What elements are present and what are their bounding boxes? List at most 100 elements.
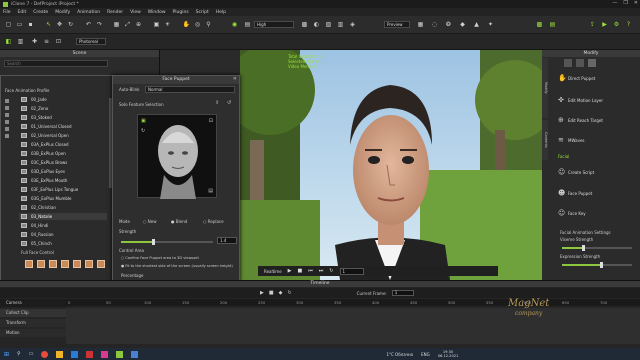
- smart-gallery-icon[interactable]: ▩: [535, 20, 544, 29]
- profile-item[interactable]: 04_Hindi: [19, 222, 107, 229]
- redo-icon[interactable]: ↷: [95, 20, 104, 29]
- face-region-icon[interactable]: [37, 260, 45, 268]
- help-icon[interactable]: ?: [624, 20, 633, 29]
- timeline-loop-icon[interactable]: ↻: [287, 290, 291, 296]
- terrain-icon[interactable]: ▲: [472, 20, 481, 29]
- iclone-task-icon[interactable]: [116, 350, 124, 358]
- face-region-icon[interactable]: [85, 260, 93, 268]
- timeline-key-icon[interactable]: ◆: [279, 290, 283, 296]
- face-region-icon[interactable]: [49, 260, 57, 268]
- transform-icon[interactable]: ⤢: [123, 20, 132, 29]
- new-project-icon[interactable]: ▢: [4, 20, 13, 29]
- search-icon[interactable]: ⚲: [17, 351, 21, 357]
- menu-view[interactable]: View: [130, 10, 141, 15]
- yandex-icon[interactable]: [41, 350, 49, 358]
- profile-item[interactable]: 00_Jade: [19, 96, 107, 103]
- atmosphere-icon[interactable]: ❂: [444, 20, 453, 29]
- prop-icon[interactable]: ◆: [458, 20, 467, 29]
- timeline-stop-icon[interactable]: ■: [269, 290, 274, 296]
- menu-script[interactable]: Script: [196, 10, 209, 15]
- frame-field[interactable]: 1: [339, 267, 364, 275]
- mode-blend-radio[interactable]: ● Blend: [171, 219, 187, 224]
- snap-icon[interactable]: ⊡: [54, 37, 63, 46]
- profile-item[interactable]: 03F_ExPlus Lips Tongue: [19, 186, 107, 193]
- current-frame-field[interactable]: 1: [391, 290, 414, 296]
- frame-icon[interactable]: ▤: [243, 20, 252, 29]
- confine-radio[interactable]: ○ Confine Face Puppet area to 3D viewpor…: [121, 256, 199, 260]
- material-tab-icon[interactable]: [588, 59, 596, 67]
- select-icon[interactable]: ↖: [44, 20, 53, 29]
- gizmo-icon[interactable]: ⊕: [134, 20, 143, 29]
- profile-item[interactable]: 04_Russian: [19, 231, 107, 238]
- save-icon[interactable]: ▪: [26, 20, 35, 29]
- weather-label[interactable]: 1°C Облачно: [386, 352, 413, 357]
- camera-icon[interactable]: ▣: [152, 20, 161, 29]
- align-icon[interactable]: ≡: [42, 37, 51, 46]
- profile-item[interactable]: 03_Natalie: [19, 213, 107, 220]
- shading-icon[interactable]: ◐: [312, 20, 321, 29]
- track-area[interactable]: [66, 308, 640, 344]
- wireframe-icon[interactable]: ▧: [324, 20, 333, 29]
- export-icon[interactable]: ⇪: [588, 20, 597, 29]
- auto-blink-select[interactable]: Normal: [145, 86, 235, 93]
- 3d-viewport[interactable]: Total Selected: 1 Selected Items: 1 Vide…: [240, 50, 542, 280]
- realtime-label[interactable]: Realtime: [264, 269, 282, 274]
- face-puppet-button[interactable]: ☻ Face Puppet: [548, 186, 634, 201]
- minimize-button[interactable]: —: [612, 0, 617, 6]
- menu-render[interactable]: Render: [107, 10, 123, 15]
- render-settings-icon[interactable]: ⚙: [612, 20, 621, 29]
- track-motion[interactable]: Motion: [0, 329, 66, 337]
- prev-frame-icon[interactable]: ⏮: [308, 268, 313, 274]
- viseme-slider[interactable]: [562, 245, 632, 251]
- language-label[interactable]: ENG: [421, 352, 430, 357]
- profile-item[interactable]: 02_Zeno: [19, 105, 107, 112]
- open-folder-icon[interactable]: ▭: [15, 20, 24, 29]
- select-mode-icon[interactable]: ▣: [141, 118, 146, 124]
- play-icon[interactable]: ▶: [288, 268, 292, 274]
- mode-new-radio[interactable]: ○ New: [143, 219, 157, 224]
- export-icon[interactable]: ⇪: [215, 100, 219, 106]
- modify-side-tab[interactable]: Modify: [542, 58, 548, 118]
- app-icon[interactable]: [101, 350, 109, 358]
- profile-item[interactable]: 03C_ExPlus Brows: [19, 159, 107, 166]
- clock[interactable]: 19:30 06.12.2021: [438, 350, 459, 358]
- face-region-icon[interactable]: [73, 260, 81, 268]
- expression-knob[interactable]: [599, 262, 603, 268]
- pick-icon[interactable]: ✚: [30, 37, 39, 46]
- dock-icon[interactable]: ◧: [4, 37, 13, 46]
- light-icon[interactable]: ☀: [163, 20, 172, 29]
- orbit-icon[interactable]: ◎: [193, 20, 202, 29]
- menu-plugins[interactable]: Plugins: [173, 10, 189, 15]
- rotate-view-icon[interactable]: ↻: [141, 128, 145, 134]
- menu-window[interactable]: Window: [148, 10, 166, 15]
- menu-edit[interactable]: Edit: [18, 10, 27, 15]
- fit-radio[interactable]: ● Fit to the shortest side of the screen…: [121, 264, 233, 268]
- zoom-icon[interactable]: ⚲: [204, 20, 213, 29]
- rotate-icon[interactable]: ↻: [66, 20, 75, 29]
- track-transform[interactable]: Transform: [0, 319, 66, 327]
- projection-select[interactable]: Photoreal: [76, 38, 106, 45]
- attribute-tab-icon[interactable]: [564, 59, 572, 67]
- texture-icon[interactable]: ▥: [336, 20, 345, 29]
- viseme-knob[interactable]: [582, 245, 585, 251]
- profile-item[interactable]: 03_Stoked: [19, 114, 107, 121]
- timeline-ruler[interactable]: 0 50 100 150 200 250 300 350 400 450 500 550 600 650 7…: [66, 299, 640, 306]
- preview-select[interactable]: Preview: [384, 21, 410, 28]
- zoom-view-icon[interactable]: ⊡: [209, 118, 213, 124]
- particle-icon[interactable]: ✦: [486, 20, 495, 29]
- stop-icon[interactable]: ■: [298, 268, 303, 274]
- profile-item[interactable]: 01_Universal Closed: [19, 123, 107, 130]
- profile-item[interactable]: 03A_ExPlus Closed: [19, 141, 107, 148]
- face-region-icon[interactable]: [61, 260, 69, 268]
- track-camera[interactable]: Camera: [0, 299, 66, 307]
- app-icon[interactable]: [86, 350, 94, 358]
- next-frame-icon[interactable]: ⏭: [319, 268, 324, 274]
- edit-motion-layer-button[interactable]: ✜ Edit Motion Layer: [548, 93, 634, 108]
- profile-item[interactable]: 03B_ExPlus Open: [19, 150, 107, 157]
- reset-icon[interactable]: ↺: [227, 100, 231, 106]
- layout-icon[interactable]: ▥: [16, 37, 25, 46]
- menu-modify[interactable]: Modify: [55, 10, 70, 15]
- animation-tab-icon[interactable]: [576, 59, 584, 67]
- face-region-icon[interactable]: [25, 260, 33, 268]
- explorer-icon[interactable]: [56, 350, 64, 358]
